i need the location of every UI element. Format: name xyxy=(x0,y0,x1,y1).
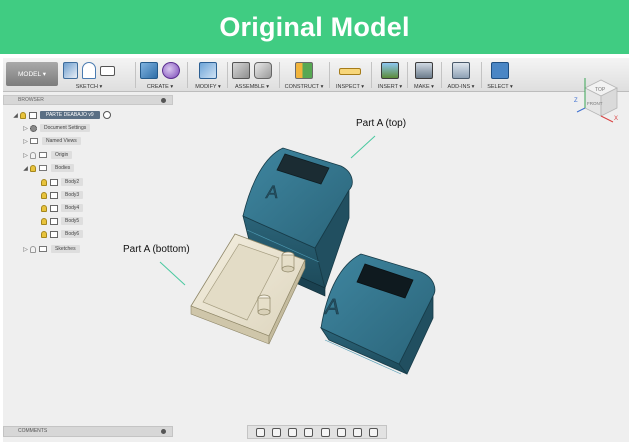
banner-title: Original Model xyxy=(219,11,410,42)
folder-icon xyxy=(30,138,38,144)
annotation-leader-top xyxy=(350,135,376,159)
browser-item-body3[interactable]: Body3 xyxy=(41,190,84,200)
browser-item-label: Sketches xyxy=(51,245,80,253)
annotation-part-a-bottom: Part A (bottom) xyxy=(123,244,190,255)
component-icon xyxy=(29,111,37,119)
body-icon xyxy=(50,230,58,238)
viewports-icon[interactable] xyxy=(369,427,379,437)
expand-triangle-icon[interactable]: ▷ xyxy=(21,246,30,253)
visibility-bulb-icon[interactable] xyxy=(41,230,47,238)
visibility-bulb-icon[interactable] xyxy=(30,245,36,253)
body-icon xyxy=(50,217,58,225)
title-banner: Original Model xyxy=(0,0,629,54)
viewcube[interactable]: TOP FRONT Z X xyxy=(573,72,625,124)
comments-collapse-icon[interactable] xyxy=(161,429,166,434)
browser-item-label: Body5 xyxy=(61,217,84,225)
expand-triangle-icon[interactable]: ▷ xyxy=(21,138,30,145)
browser-item-label: Document Settings xyxy=(40,124,91,132)
zoom-window-icon[interactable] xyxy=(320,427,330,437)
visibility-bulb-icon[interactable] xyxy=(41,217,47,225)
browser-collapse-icon[interactable] xyxy=(161,98,166,103)
viewcube-top-label: TOP xyxy=(595,87,606,93)
browser-item-body4[interactable]: Body4 xyxy=(41,203,84,213)
body-icon xyxy=(50,204,58,212)
browser-item-label: Bodies xyxy=(51,164,75,172)
browser-item-origin[interactable]: ▷ Origin xyxy=(21,150,73,160)
browser-root-label: PARTE DEABAJO v9 xyxy=(40,111,100,119)
browser-item-label: Origin xyxy=(51,151,73,159)
comments-panel[interactable]: COMMENTS xyxy=(3,426,173,437)
expand-triangle-icon[interactable]: ▷ xyxy=(21,125,30,132)
browser-item-label: Body6 xyxy=(61,230,84,238)
visibility-bulb-icon[interactable] xyxy=(20,111,26,119)
gear-icon xyxy=(30,124,37,132)
browser-item-body6[interactable]: Body6 xyxy=(41,229,84,239)
activate-radio-icon[interactable] xyxy=(102,111,111,119)
folder-icon xyxy=(39,246,47,252)
viewcube-front-label: FRONT xyxy=(587,101,603,106)
collapse-triangle-icon[interactable]: ◢ xyxy=(11,112,20,119)
visibility-bulb-icon[interactable] xyxy=(41,178,47,186)
visibility-bulb-icon[interactable] xyxy=(41,191,47,199)
viewcube-x-label: X xyxy=(614,116,618,122)
zoom-icon[interactable] xyxy=(304,427,314,437)
browser-item-body5[interactable]: Body5 xyxy=(41,216,84,226)
grid-settings-icon[interactable] xyxy=(353,427,363,437)
browser-item-sketches[interactable]: ▷ Sketches xyxy=(21,244,80,254)
browser-item-label: Named Views xyxy=(42,137,81,145)
visibility-bulb-icon[interactable] xyxy=(30,151,36,159)
comments-title: COMMENTS xyxy=(18,428,48,434)
browser-item-label: Body2 xyxy=(61,178,84,186)
browser-item-body2[interactable]: Body2 xyxy=(41,177,84,187)
body-icon xyxy=(50,178,58,186)
display-settings-icon[interactable] xyxy=(336,427,346,437)
pan-icon[interactable] xyxy=(288,427,298,437)
browser-item-document-settings[interactable]: ▷ Document Settings xyxy=(21,123,91,133)
expand-triangle-icon[interactable]: ▷ xyxy=(21,152,30,159)
folder-icon xyxy=(39,165,47,171)
browser-item-bodies[interactable]: ◢ Bodies xyxy=(21,163,75,173)
orbit-icon[interactable] xyxy=(255,427,265,437)
visibility-bulb-icon[interactable] xyxy=(41,204,47,212)
annotation-part-a-top: Part A (top) xyxy=(356,118,407,129)
screenshot-root: Original Model MODEL ▾ SKETCH ▾ CREATE ▾… xyxy=(0,0,629,442)
browser-title: BROWSER xyxy=(18,97,44,103)
body-icon xyxy=(50,191,58,199)
browser-panel-header[interactable]: BROWSER xyxy=(3,95,173,105)
browser-root-row[interactable]: ◢ PARTE DEABAJO v9 xyxy=(11,110,111,120)
visibility-bulb-icon[interactable] xyxy=(30,164,36,172)
annotation-leader-bottom xyxy=(159,261,186,286)
viewcube-z-label: Z xyxy=(574,98,578,104)
navigation-bar xyxy=(247,425,387,439)
browser-item-label: Body4 xyxy=(61,204,84,212)
folder-icon xyxy=(39,152,47,158)
browser-item-label: Body3 xyxy=(61,191,84,199)
look-at-icon[interactable] xyxy=(271,427,281,437)
fusion-app-window: MODEL ▾ SKETCH ▾ CREATE ▾ MODIFY ▾ ASSEM… xyxy=(3,58,629,442)
collapse-triangle-icon[interactable]: ◢ xyxy=(21,165,30,172)
browser-item-named-views[interactable]: ▷ Named Views xyxy=(21,136,81,146)
